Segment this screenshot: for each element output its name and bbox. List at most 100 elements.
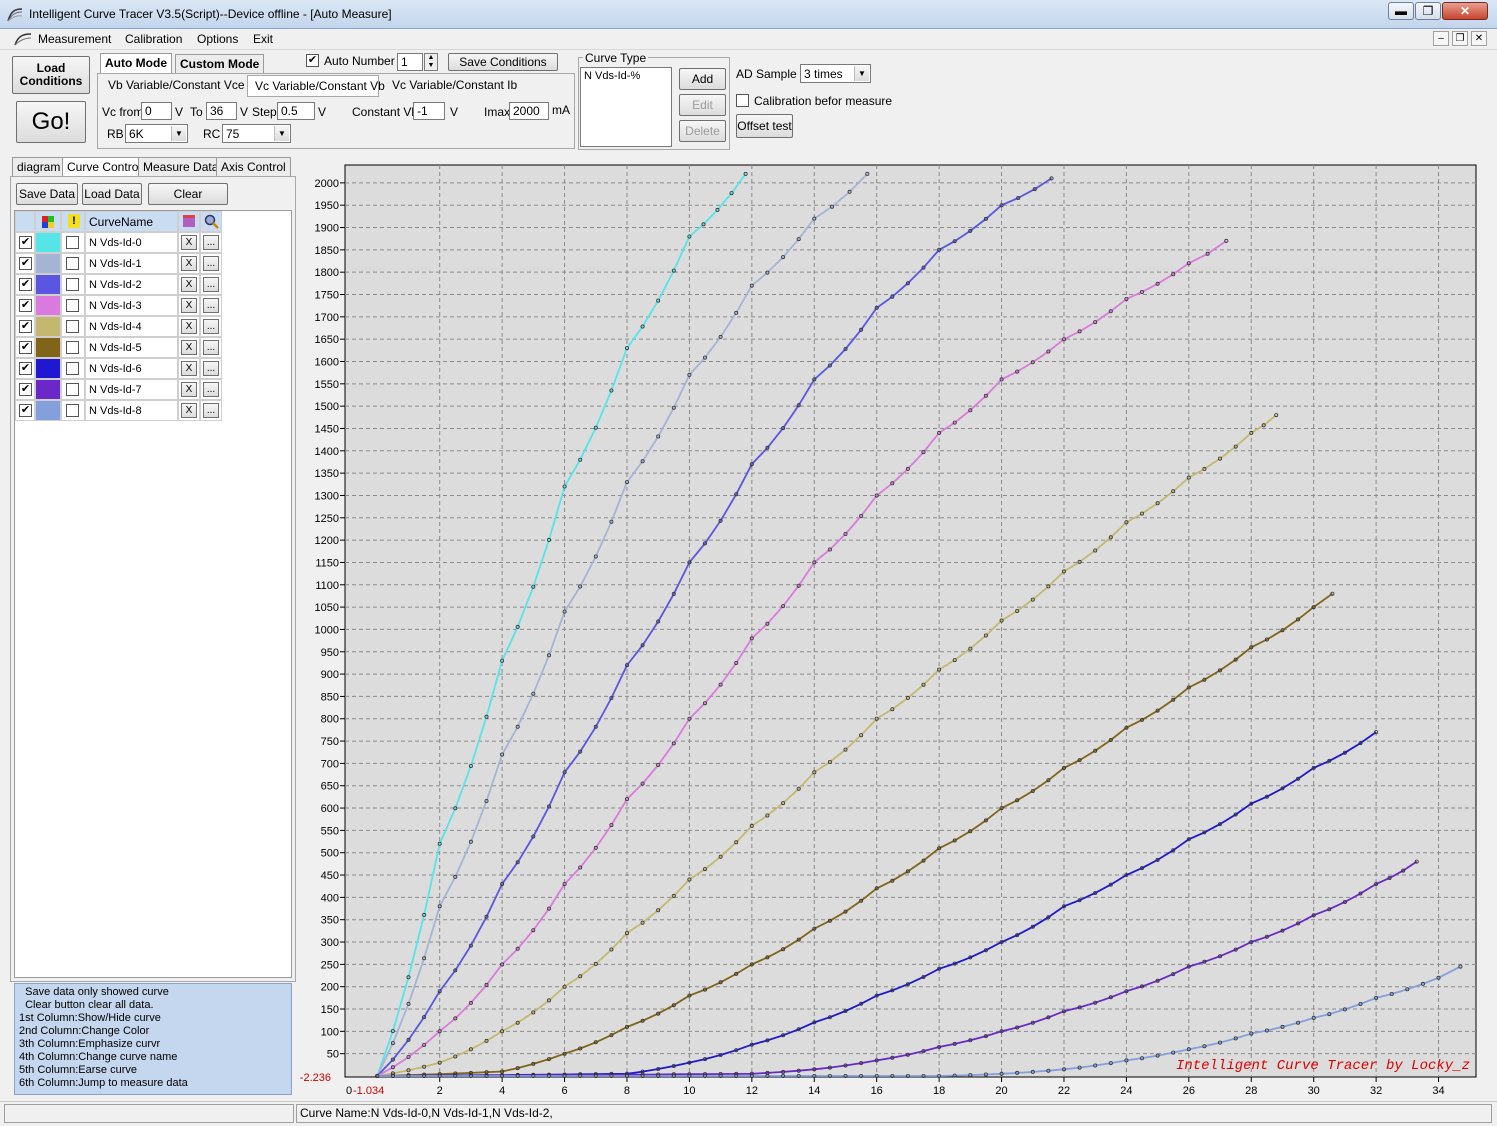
emphasize-checkbox[interactable] [66, 236, 79, 249]
curve-name[interactable]: N Vds-Id-1 [85, 253, 178, 274]
auto-number-input[interactable]: 1 [397, 53, 423, 71]
erase-curve-button[interactable]: X [181, 319, 197, 334]
mdi-restore-button[interactable]: ❐ [1452, 31, 1468, 46]
tab-custom-mode[interactable]: Custom Mode [175, 54, 265, 74]
curve-name[interactable]: N Vds-Id-6 [85, 358, 178, 379]
imax-input[interactable]: 2000 [509, 102, 549, 120]
curve-color-swatch[interactable] [35, 295, 61, 316]
vc-from-input[interactable]: 0 [141, 102, 172, 120]
step-input[interactable]: 0.5 [277, 102, 315, 120]
show-curve-checkbox[interactable]: ✔ [19, 362, 32, 375]
erase-curve-button[interactable]: X [181, 403, 197, 418]
calibration-checkbox[interactable] [736, 94, 749, 107]
to-input[interactable]: 36 [206, 102, 237, 120]
emphasize-checkbox[interactable] [66, 383, 79, 396]
curve-name[interactable]: N Vds-Id-5 [85, 337, 178, 358]
erase-curve-button[interactable]: X [181, 340, 197, 355]
curve-color-swatch[interactable] [35, 274, 61, 295]
curve-name[interactable]: N Vds-Id-3 [85, 295, 178, 316]
tab-axis-control[interactable]: Axis Control [216, 157, 291, 177]
clear-button[interactable]: Clear [148, 183, 228, 205]
erase-curve-button[interactable]: X [181, 361, 197, 376]
tab-diagram[interactable]: diagram [12, 157, 66, 177]
mdi-close-button[interactable]: ✕ [1471, 31, 1487, 46]
erase-curve-button[interactable]: X [181, 256, 197, 271]
load-data-button[interactable]: Load Data [82, 183, 142, 205]
erase-curve-button[interactable]: X [181, 298, 197, 313]
app-icon [7, 8, 23, 22]
tab-measure-data[interactable]: Measure Data [138, 157, 224, 177]
add-button[interactable]: Add [679, 68, 726, 90]
maximize-button[interactable]: ❐ [1415, 2, 1441, 20]
jump-to-data-button[interactable]: ... [203, 382, 219, 397]
rc-select[interactable]: 75 ▼ [222, 124, 291, 143]
curve-name[interactable]: N Vds-Id-2 [85, 274, 178, 295]
close-button[interactable]: ✕ [1442, 2, 1488, 20]
subtab-vc-variable-ib[interactable]: Vc Variable/Constant Ib [392, 78, 517, 92]
emphasize-checkbox[interactable] [66, 257, 79, 270]
curve-color-swatch[interactable] [35, 379, 61, 400]
jump-to-data-button[interactable]: ... [203, 298, 219, 313]
jump-to-data-button[interactable]: ... [203, 319, 219, 334]
erase-curve-button[interactable]: X [181, 277, 197, 292]
emphasize-checkbox[interactable] [66, 341, 79, 354]
auto-number-spinner[interactable]: ▲ ▼ [424, 53, 438, 71]
show-curve-checkbox[interactable]: ✔ [19, 404, 32, 417]
curve-color-swatch[interactable] [35, 358, 61, 379]
menu-calibration[interactable]: Calibration [125, 32, 182, 46]
curve-color-swatch[interactable] [35, 253, 61, 274]
load-conditions-button[interactable]: Load Conditions [12, 56, 90, 94]
subtab-vb-variable[interactable]: Vb Variable/Constant Vce [108, 78, 245, 92]
jump-to-data-button[interactable]: ... [203, 277, 219, 292]
menu-options[interactable]: Options [197, 32, 238, 46]
show-curve-checkbox[interactable]: ✔ [19, 278, 32, 291]
emphasize-checkbox[interactable] [66, 320, 79, 333]
curve-name[interactable]: N Vds-Id-7 [85, 379, 178, 400]
emphasize-checkbox[interactable] [66, 299, 79, 312]
curve-color-swatch[interactable] [35, 232, 61, 253]
tab-auto-mode[interactable]: Auto Mode [100, 53, 172, 75]
menu-exit[interactable]: Exit [253, 32, 273, 46]
minimize-button[interactable]: ▬ [1388, 2, 1414, 20]
curve-name[interactable]: N Vds-Id-0 [85, 232, 178, 253]
curve-color-swatch[interactable] [35, 400, 61, 421]
erase-cell: X [178, 379, 200, 400]
constant-vb-input[interactable]: -1 [413, 102, 445, 120]
show-curve-checkbox[interactable]: ✔ [19, 383, 32, 396]
mdi-minimize-button[interactable]: – [1433, 31, 1449, 46]
subtab-vc-variable-vb[interactable]: Vc Variable/Constant Vb [247, 75, 385, 97]
jump-to-data-button[interactable]: ... [203, 361, 219, 376]
minimize-icon: – [1438, 33, 1444, 44]
auto-number-checkbox[interactable]: ✔ [306, 54, 319, 67]
show-curve-checkbox[interactable]: ✔ [19, 257, 32, 270]
jump-to-data-button[interactable]: ... [203, 403, 219, 418]
curve-name[interactable]: N Vds-Id-4 [85, 316, 178, 337]
curve-type-list[interactable]: N Vds-Id-% [580, 67, 672, 147]
curve-color-swatch[interactable] [35, 337, 61, 358]
edit-button[interactable]: Edit [679, 94, 726, 116]
show-curve-checkbox[interactable]: ✔ [19, 299, 32, 312]
go-button[interactable]: Go! [16, 101, 86, 143]
rb-select[interactable]: 6K ▼ [125, 124, 188, 143]
imax-label: Imax [484, 105, 511, 119]
curve-name[interactable]: N Vds-Id-8 [85, 400, 178, 421]
erase-curve-button[interactable]: X [181, 235, 197, 250]
delete-button[interactable]: Delete [679, 120, 726, 142]
curve-type-list-item[interactable]: N Vds-Id-% [584, 70, 640, 82]
jump-to-data-button[interactable]: ... [203, 256, 219, 271]
emphasize-checkbox[interactable] [66, 362, 79, 375]
show-curve-checkbox[interactable]: ✔ [19, 236, 32, 249]
ad-sample-select[interactable]: 3 times ▼ [800, 64, 871, 83]
show-curve-checkbox[interactable]: ✔ [19, 320, 32, 333]
save-conditions-button[interactable]: Save Conditions [448, 53, 558, 71]
erase-curve-button[interactable]: X [181, 382, 197, 397]
offset-test-button[interactable]: Offset test [736, 114, 793, 138]
show-curve-checkbox[interactable]: ✔ [19, 341, 32, 354]
save-data-button[interactable]: Save Data [16, 183, 78, 205]
jump-to-data-button[interactable]: ... [203, 340, 219, 355]
menu-measurement[interactable]: Measurement [38, 32, 111, 46]
emphasize-checkbox[interactable] [66, 404, 79, 417]
curve-color-swatch[interactable] [35, 316, 61, 337]
emphasize-checkbox[interactable] [66, 278, 79, 291]
jump-to-data-button[interactable]: ... [203, 235, 219, 250]
